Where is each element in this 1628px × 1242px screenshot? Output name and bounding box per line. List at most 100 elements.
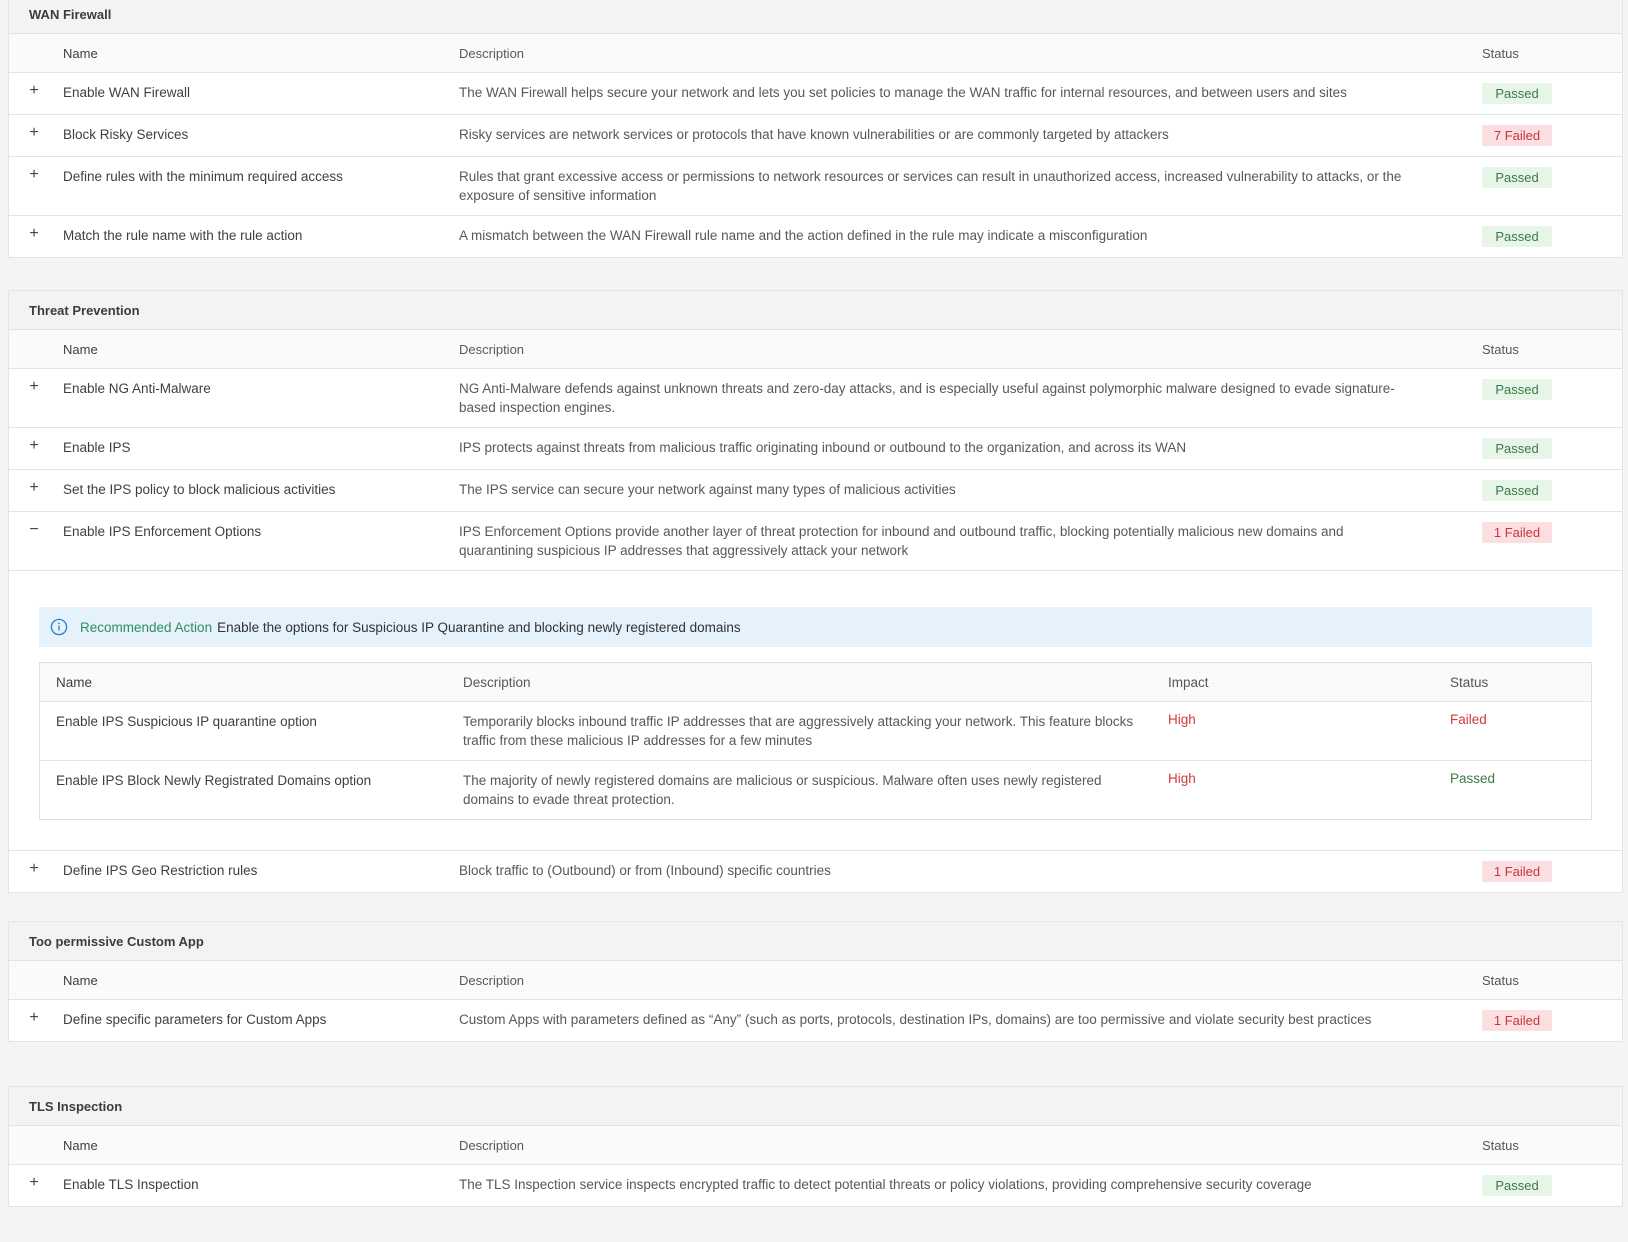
column-description: Description: [463, 674, 531, 690]
expand-icon[interactable]: +: [9, 861, 55, 877]
column-description: Description: [459, 1137, 525, 1153]
status-badge: 1 Failed: [1482, 1010, 1552, 1031]
expand-icon[interactable]: +: [9, 226, 55, 242]
check-row[interactable]: + Enable TLS Inspection The TLS Inspecti…: [9, 1165, 1622, 1206]
expand-icon[interactable]: +: [9, 1175, 55, 1191]
check-row[interactable]: + Define specific parameters for Custom …: [9, 1000, 1622, 1041]
status-value: Passed: [1450, 771, 1496, 786]
check-description: Rules that grant excessive access or per…: [459, 169, 1402, 203]
section-title: Threat Prevention: [9, 291, 1622, 330]
section-tls-inspection: TLS Inspection Name Description Status +…: [8, 1086, 1623, 1207]
check-name: Enable IPS Enforcement Options: [63, 524, 262, 539]
status-badge: Passed: [1482, 226, 1552, 247]
expand-icon[interactable]: +: [9, 125, 55, 141]
status-badge: Passed: [1482, 167, 1552, 188]
column-name: Name: [63, 45, 98, 61]
section-title: Too permissive Custom App: [9, 922, 1622, 961]
sub-column-header-row: Name Description Impact Status: [40, 663, 1591, 702]
sub-check-row: Enable IPS Suspicious IP quarantine opti…: [40, 702, 1591, 761]
column-impact: Impact: [1168, 674, 1209, 690]
section-custom-app: Too permissive Custom App Name Descripti…: [8, 921, 1623, 1042]
check-description: The WAN Firewall helps secure your netwo…: [459, 85, 1347, 100]
expanded-details-panel: Recommended Action Enable the options fo…: [9, 571, 1622, 851]
column-description: Description: [459, 45, 525, 61]
status-badge: Passed: [1482, 480, 1552, 501]
sub-check-row: Enable IPS Block Newly Registrated Domai…: [40, 761, 1591, 819]
check-name: Enable TLS Inspection: [63, 1177, 199, 1192]
column-header-row: Name Description Status: [9, 34, 1622, 73]
status-badge: Passed: [1482, 83, 1552, 104]
check-name: Enable WAN Firewall: [63, 85, 191, 100]
collapse-icon[interactable]: −: [9, 522, 55, 538]
check-description: Custom Apps with parameters defined as “…: [459, 1012, 1372, 1027]
security-checks-page: WAN Firewall Name Description Status + E…: [0, 0, 1628, 1242]
check-description: A mismatch between the WAN Firewall rule…: [459, 228, 1148, 243]
section-wan-firewall: WAN Firewall Name Description Status + E…: [8, 0, 1623, 258]
recommended-action-text: Enable the options for Suspicious IP Qua…: [217, 619, 741, 635]
check-name: Enable NG Anti-Malware: [63, 381, 211, 396]
check-name: Block Risky Services: [63, 127, 189, 142]
sub-check-description: Temporarily blocks inbound traffic IP ad…: [463, 714, 1134, 748]
check-row[interactable]: + Enable NG Anti-Malware NG Anti-Malware…: [9, 369, 1622, 428]
column-name: Name: [56, 674, 93, 690]
check-description: The IPS service can secure your network …: [459, 482, 956, 497]
column-description: Description: [459, 972, 525, 988]
impact-value: High: [1168, 712, 1196, 727]
section-threat-prevention: Threat Prevention Name Description Statu…: [8, 290, 1623, 893]
sub-check-name: Enable IPS Block Newly Registrated Domai…: [56, 773, 372, 788]
sub-checks-table: Name Description Impact Status Enable IP…: [39, 662, 1592, 820]
sub-check-name: Enable IPS Suspicious IP quarantine opti…: [56, 714, 317, 729]
check-description: Block traffic to (Outbound) or from (Inb…: [459, 863, 831, 878]
expand-icon[interactable]: +: [9, 1010, 55, 1026]
column-status: Status: [1482, 1137, 1519, 1153]
expand-icon[interactable]: +: [9, 480, 55, 496]
column-name: Name: [63, 341, 98, 357]
status-badge: Passed: [1482, 1175, 1552, 1196]
column-status: Status: [1482, 45, 1519, 61]
check-row[interactable]: + Match the rule name with the rule acti…: [9, 216, 1622, 257]
expand-icon[interactable]: +: [9, 167, 55, 183]
check-name: Define specific parameters for Custom Ap…: [63, 1012, 327, 1027]
check-row[interactable]: + Block Risky Services Risky services ar…: [9, 115, 1622, 157]
expand-icon[interactable]: +: [9, 83, 55, 99]
check-name: Match the rule name with the rule action: [63, 228, 303, 243]
recommended-action-label: Recommended Action: [80, 619, 213, 635]
status-badge: 1 Failed: [1482, 861, 1552, 882]
sub-check-description: The majority of newly registered domains…: [463, 773, 1102, 807]
column-name: Name: [63, 972, 98, 988]
check-row[interactable]: + Define rules with the minimum required…: [9, 157, 1622, 216]
check-row[interactable]: + Define IPS Geo Restriction rules Block…: [9, 851, 1622, 892]
check-name: Enable IPS: [63, 440, 131, 455]
expand-icon[interactable]: +: [9, 438, 55, 454]
check-description: Risky services are network services or p…: [459, 127, 1169, 142]
expand-icon[interactable]: +: [9, 379, 55, 395]
check-name: Define rules with the minimum required a…: [63, 169, 343, 184]
column-status: Status: [1482, 341, 1519, 357]
info-icon: [50, 618, 68, 636]
check-description: IPS protects against threats from malici…: [459, 440, 1187, 455]
status-badge: Passed: [1482, 438, 1552, 459]
section-title: WAN Firewall: [9, 0, 1622, 34]
check-name: Define IPS Geo Restriction rules: [63, 863, 258, 878]
check-row[interactable]: + Enable IPS IPS protects against threat…: [9, 428, 1622, 470]
status-badge: 1 Failed: [1482, 522, 1552, 543]
column-header-row: Name Description Status: [9, 961, 1622, 1000]
recommended-action-banner: Recommended Action Enable the options fo…: [39, 607, 1592, 647]
check-row[interactable]: + Enable WAN Firewall The WAN Firewall h…: [9, 73, 1622, 115]
check-row[interactable]: + Set the IPS policy to block malicious …: [9, 470, 1622, 512]
status-badge: Passed: [1482, 379, 1552, 400]
status-value: Failed: [1450, 712, 1487, 727]
column-name: Name: [63, 1137, 98, 1153]
section-title: TLS Inspection: [9, 1087, 1622, 1126]
column-status: Status: [1482, 972, 1519, 988]
check-description: NG Anti-Malware defends against unknown …: [459, 381, 1395, 415]
column-description: Description: [459, 341, 525, 357]
column-header-row: Name Description Status: [9, 330, 1622, 369]
column-header-row: Name Description Status: [9, 1126, 1622, 1165]
check-name: Set the IPS policy to block malicious ac…: [63, 482, 336, 497]
column-status: Status: [1450, 674, 1489, 690]
check-description: IPS Enforcement Options provide another …: [459, 524, 1344, 558]
status-badge: 7 Failed: [1482, 125, 1552, 146]
impact-value: High: [1168, 771, 1196, 786]
check-row-expanded[interactable]: − Enable IPS Enforcement Options IPS Enf…: [9, 512, 1622, 571]
